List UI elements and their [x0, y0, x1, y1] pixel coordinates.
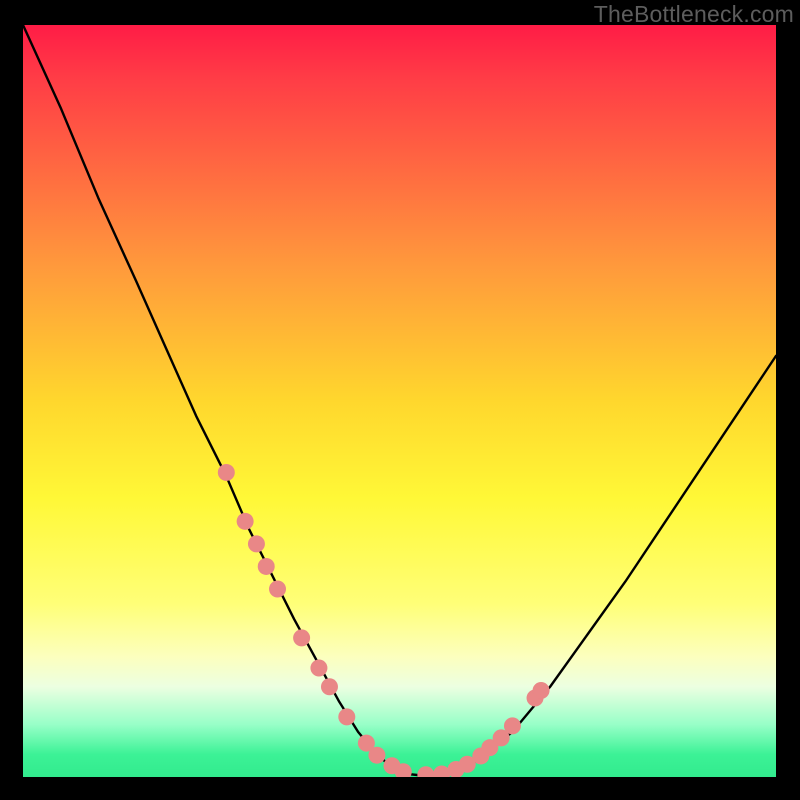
- data-marker: [321, 678, 338, 695]
- data-marker: [310, 659, 327, 676]
- data-marker: [433, 765, 450, 777]
- data-marker: [248, 535, 265, 552]
- data-marker: [237, 513, 254, 530]
- data-marker: [533, 682, 550, 699]
- outer-frame: TheBottleneck.com: [0, 0, 800, 800]
- data-marker: [218, 464, 235, 481]
- data-marker: [293, 629, 310, 646]
- watermark-text: TheBottleneck.com: [594, 1, 794, 28]
- plot-area: [23, 25, 776, 777]
- data-marker: [368, 747, 385, 764]
- data-marker: [258, 558, 275, 575]
- chart-svg: [23, 25, 776, 777]
- data-marker: [269, 581, 286, 598]
- data-marker: [504, 717, 521, 734]
- bottleneck-curve: [23, 25, 776, 776]
- data-marker: [417, 766, 434, 777]
- data-marker: [338, 708, 355, 725]
